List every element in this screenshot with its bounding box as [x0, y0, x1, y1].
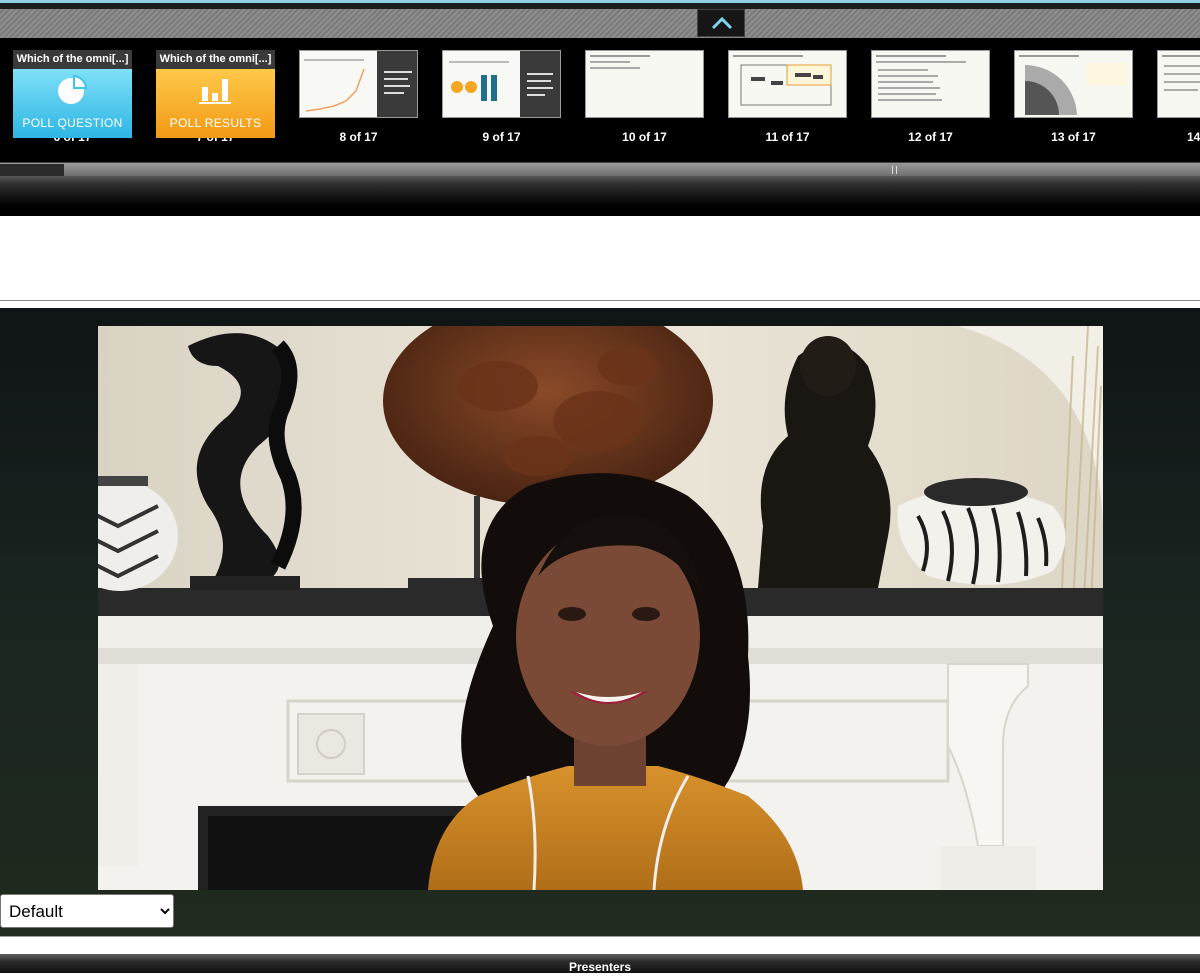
slide-thumbnail-image [728, 50, 847, 118]
slide-caption: 11 of 17 [765, 130, 810, 144]
scrollbar-thumb[interactable] [0, 164, 64, 176]
slide-strip-shadow [0, 176, 1200, 216]
slide-thumbnail-image [1014, 50, 1133, 118]
poll-question-card: POLL QUESTION [13, 69, 132, 138]
slide-thumbnail-image [585, 50, 704, 118]
slide-strip-toggle-bar [0, 9, 1200, 39]
pie-chart-icon [58, 74, 88, 104]
slide-thumbnail-strip: Which of the omni[...] POLL QUESTION 6 o… [0, 38, 1200, 162]
slide-caption: 8 of 17 [339, 130, 378, 144]
slide-thumbnail[interactable]: 12 of 17 [871, 50, 990, 144]
lower-separator [0, 936, 1200, 955]
presenter-stage: Default [0, 308, 1200, 936]
slide-caption: 12 of 17 [908, 130, 953, 144]
chevron-up-icon [711, 16, 733, 30]
poll-label: POLL QUESTION [22, 116, 123, 130]
slide-caption: 14 [1187, 130, 1200, 144]
presenters-label: Presenters [568, 960, 632, 974]
presenter-video [98, 326, 1103, 890]
slide-thumbnail[interactable]: 10 of 17 [585, 50, 704, 144]
slide-caption: 10 of 17 [622, 130, 667, 144]
poll-title: Which of the omni[...] [156, 50, 275, 69]
layout-select[interactable]: Default [0, 894, 174, 928]
slide-thumbnail[interactable]: 14 [1157, 50, 1200, 144]
slide-thumbnail-image [1157, 50, 1200, 118]
slide-thumbnail-image [299, 50, 418, 118]
slide-thumbnail[interactable]: 9 of 17 [442, 50, 561, 144]
slide-thumbnail[interactable]: 13 of 17 [1014, 50, 1133, 144]
slide-thumbnail-image: Which of the omni[...] POLL QUESTION [13, 50, 132, 138]
bar-chart-icon [199, 79, 231, 104]
poll-title: Which of the omni[...] [13, 50, 132, 69]
top-accent-bar [0, 0, 1200, 9]
scrollbar-grip [892, 166, 897, 174]
slide-thumbnail-image [442, 50, 561, 118]
presenters-tab[interactable]: Presenters [0, 954, 1200, 974]
poll-results-card: POLL RESULTS [156, 69, 275, 138]
slide-caption: 9 of 17 [482, 130, 521, 144]
slide-thumbnail[interactable]: 11 of 17 [728, 50, 847, 144]
collapse-strip-button[interactable] [697, 9, 745, 37]
slide-area [0, 216, 1200, 300]
slide-caption: 13 of 17 [1051, 130, 1096, 144]
slide-thumbnail[interactable]: 8 of 17 [299, 50, 418, 144]
slide-thumbnail[interactable]: Which of the omni[...] POLL QUESTION 6 o… [13, 50, 132, 144]
poll-label: POLL RESULTS [169, 116, 262, 130]
divider [0, 300, 1200, 301]
slide-thumbnail[interactable]: Which of the omni[...] POLL RESULTS 7 of… [156, 50, 275, 144]
slide-strip-scrollbar[interactable] [0, 162, 1200, 177]
slide-thumbnail-image [871, 50, 990, 118]
slide-thumbnail-image: Which of the omni[...] POLL RESULTS [156, 50, 275, 138]
